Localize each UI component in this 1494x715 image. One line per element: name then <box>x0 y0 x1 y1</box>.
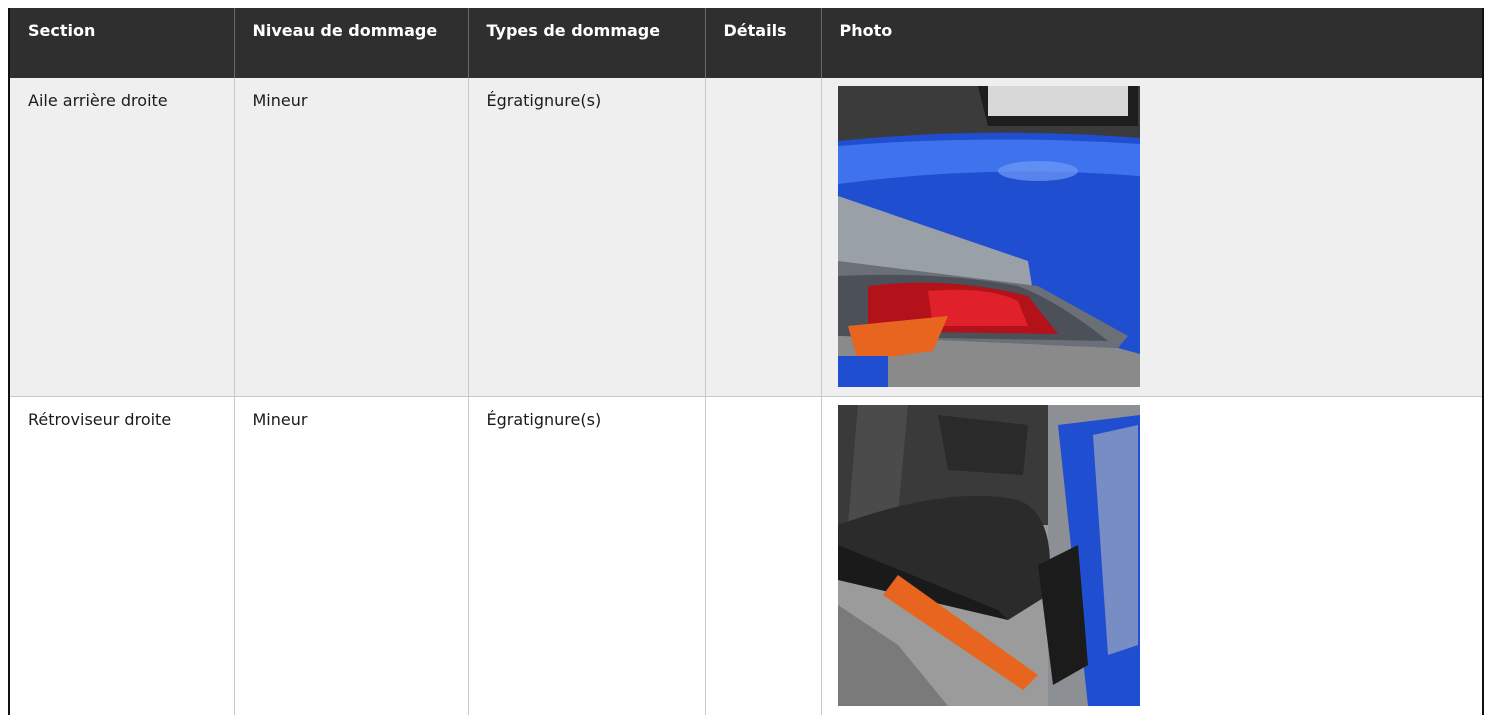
right-mirror-photo[interactable] <box>837 404 1140 706</box>
cell-types: Égratignure(s) <box>468 78 706 397</box>
cell-niveau: Mineur <box>234 78 469 397</box>
header-photo: Photo <box>839 21 893 40</box>
cell-niveau: Mineur <box>234 396 469 715</box>
cell-types: Égratignure(s) <box>468 396 706 715</box>
damage-report-frame: Section Niveau de dommage Types de domma… <box>8 8 1484 715</box>
header-details: Détails <box>705 8 822 78</box>
cell-section: Rétroviseur droite <box>10 396 235 715</box>
cell-section: Aile arrière droite <box>10 78 235 397</box>
header-types: Types de dommage <box>468 8 706 78</box>
header-section: Section <box>10 8 235 78</box>
table-row: Aile arrière droite Mineur Égratignure(s… <box>10 78 1482 397</box>
cell-photo <box>821 396 1482 715</box>
cell-details <box>705 396 822 715</box>
table-row: Rétroviseur droite Mineur Égratignure(s) <box>10 396 1482 715</box>
rear-fender-taillight-photo[interactable] <box>837 86 1140 387</box>
cell-photo <box>821 78 1482 397</box>
header-niveau: Niveau de dommage <box>234 8 469 78</box>
table-header-row: Section Niveau de dommage Types de domma… <box>10 8 1482 78</box>
damage-table: Section Niveau de dommage Types de domma… <box>10 8 1482 715</box>
cell-details <box>705 78 822 397</box>
